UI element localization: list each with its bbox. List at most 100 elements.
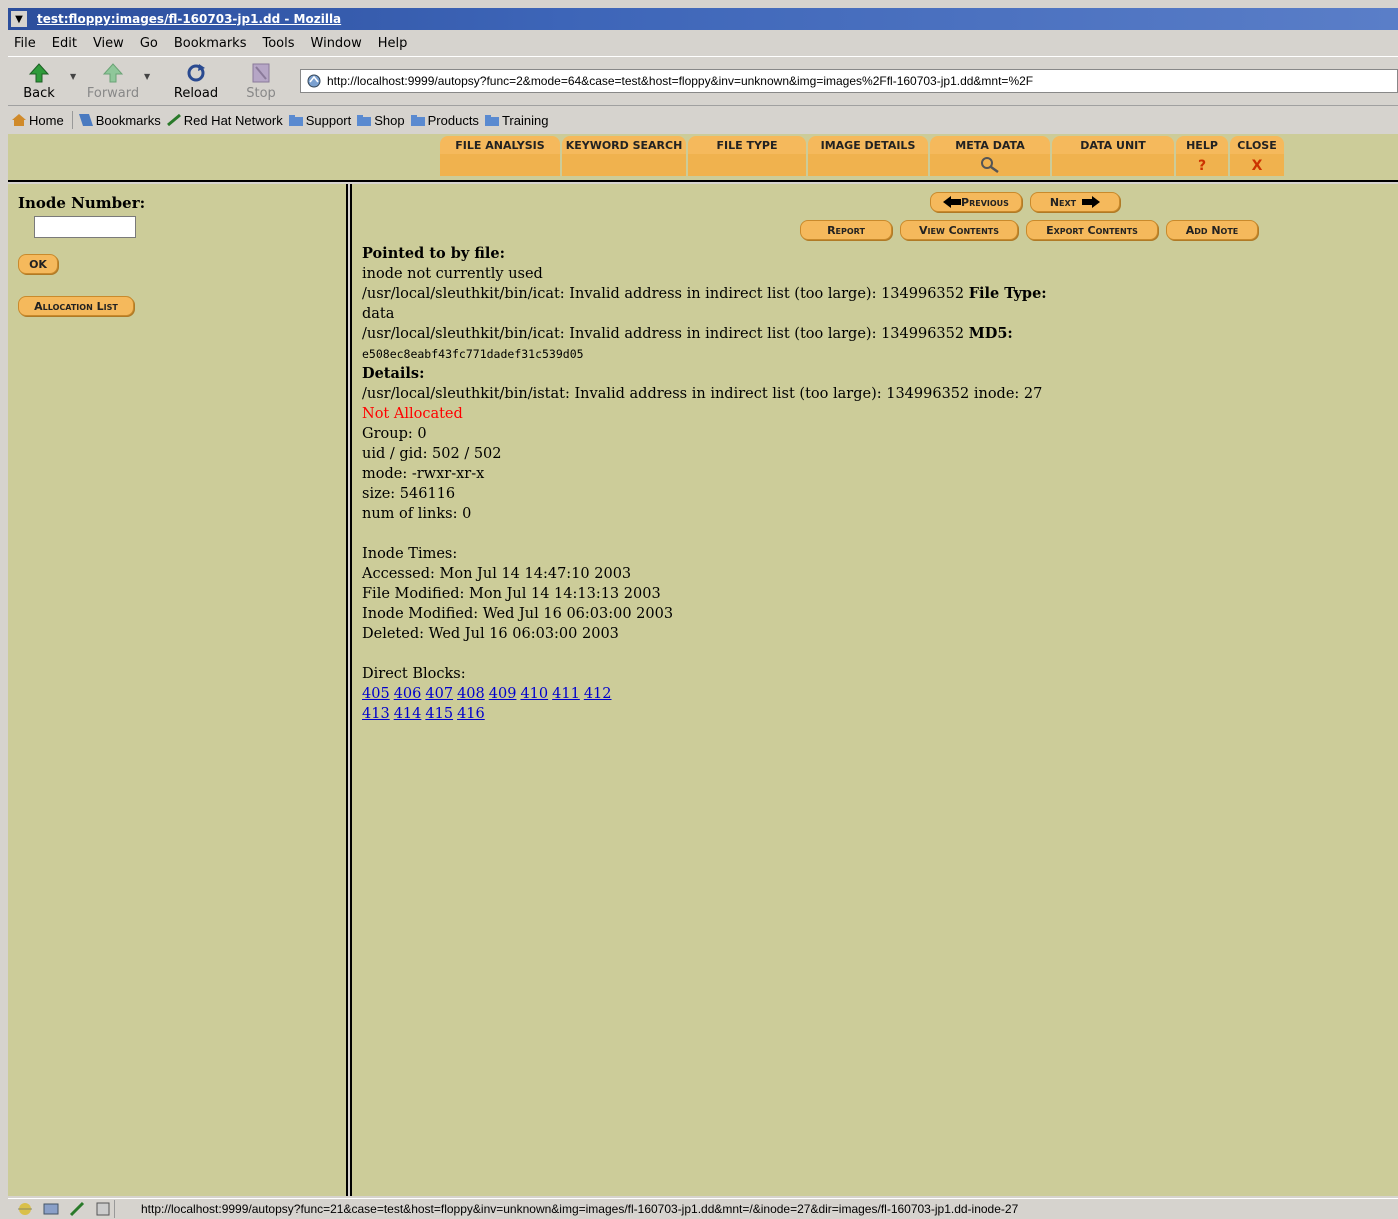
menu-tools[interactable]: Tools <box>262 36 294 51</box>
report-label: Report <box>827 223 865 237</box>
training-folder[interactable]: Training <box>484 113 548 128</box>
tab-bar <box>562 154 686 176</box>
home-button[interactable]: Home <box>12 113 64 128</box>
block-link[interactable]: 409 <box>489 686 517 702</box>
forward-arrow-icon <box>102 63 124 83</box>
allocation-list-button[interactable]: Allocation List <box>18 296 134 316</box>
help-question-icon: ? <box>1197 158 1207 174</box>
toolbar-separator <box>71 111 73 129</box>
navigator-icon[interactable] <box>16 1201 34 1217</box>
left-frame: Inode Number: OK Allocation List <box>8 184 348 1196</box>
direct-blocks-row-1: 405 406 407 408 409 410 411 412 <box>362 684 1382 704</box>
export-contents-label: Export Contents <box>1046 223 1138 237</box>
forward-button[interactable]: Forward <box>82 58 144 104</box>
block-link[interactable]: 410 <box>520 686 548 702</box>
add-note-label: Add Note <box>1185 223 1239 237</box>
inode-details: Pointed to by file: inode not currently … <box>362 244 1382 724</box>
block-link[interactable]: 411 <box>552 686 580 702</box>
composer-icon[interactable] <box>68 1201 86 1217</box>
url-text[interactable]: http://localhost:9999/autopsy?func=2&mod… <box>327 74 1033 88</box>
tab-keyword-search[interactable]: Keyword Search <box>562 136 686 176</box>
accessed-time: Accessed: Mon Jul 14 14:47:10 2003 <box>362 566 632 582</box>
folder-icon <box>484 115 499 126</box>
add-note-button[interactable]: Add Note <box>1166 220 1258 240</box>
support-label: Support <box>305 112 352 128</box>
back-arrow-icon <box>28 63 50 83</box>
tab-file-type[interactable]: File Type <box>688 136 806 176</box>
block-link[interactable]: 406 <box>394 686 422 702</box>
tab-bar <box>1052 154 1174 176</box>
back-label: Back <box>23 86 55 101</box>
pen-icon <box>166 114 181 126</box>
block-link[interactable]: 415 <box>425 706 453 722</box>
icat-error-1: /usr/local/sleuthkit/bin/icat: Invalid a… <box>362 286 965 302</box>
bookmarks-button[interactable]: Bookmarks <box>78 113 161 128</box>
menu-file[interactable]: File <box>14 36 36 51</box>
main-frame: Previous Next Report View Contents Expor… <box>350 184 1398 1196</box>
direct-blocks-label: Direct Blocks: <box>362 666 466 682</box>
block-link[interactable]: 413 <box>362 706 390 722</box>
forward-dropdown-icon[interactable]: ▼ <box>144 72 156 81</box>
back-button[interactable]: Back <box>8 58 70 104</box>
status-bar: http://localhost:9999/autopsy?func=21&ca… <box>8 1198 1398 1219</box>
menu-view[interactable]: View <box>93 36 124 51</box>
stop-icon <box>252 63 270 83</box>
tab-image-details[interactable]: Image Details <box>808 136 928 176</box>
tab-file-type-label: File Type <box>716 139 778 152</box>
block-link[interactable]: 412 <box>584 686 612 702</box>
size-value: size: 546116 <box>362 486 456 502</box>
next-button[interactable]: Next <box>1030 192 1120 212</box>
stop-button[interactable]: Stop <box>236 58 286 104</box>
stop-label: Stop <box>246 86 276 101</box>
home-label: Home <box>29 112 64 128</box>
products-folder[interactable]: Products <box>410 112 479 128</box>
left-arrow-icon <box>943 196 962 208</box>
istat-error: /usr/local/sleuthkit/bin/istat: Invalid … <box>362 386 1043 402</box>
tab-data-unit[interactable]: Data Unit <box>1052 136 1174 176</box>
allocation-status: Not Allocated <box>362 406 463 422</box>
previous-button[interactable]: Previous <box>930 192 1022 212</box>
view-contents-button[interactable]: View Contents <box>900 220 1018 240</box>
redhat-network-link[interactable]: Red Hat Network <box>166 113 283 128</box>
block-link[interactable]: 407 <box>425 686 453 702</box>
inode-number-label: Inode Number: <box>18 194 146 212</box>
products-label: Products <box>427 112 479 128</box>
tab-close[interactable]: Close X <box>1230 136 1284 176</box>
reload-icon <box>187 64 205 82</box>
next-label: Next <box>1049 195 1077 209</box>
tab-help[interactable]: Help ? <box>1176 136 1228 176</box>
menu-edit[interactable]: Edit <box>52 36 77 51</box>
shop-folder[interactable]: Shop <box>357 112 405 128</box>
block-link[interactable]: 414 <box>394 706 422 722</box>
md5-value: e508ec8eabf43fc771dadef31c539d05 <box>362 347 584 361</box>
back-dropdown-icon[interactable]: ▼ <box>70 72 82 81</box>
tab-file-analysis[interactable]: File Analysis <box>440 136 560 176</box>
shop-label: Shop <box>374 112 405 128</box>
menu-window[interactable]: Window <box>311 36 362 51</box>
group-value: Group: 0 <box>362 426 427 442</box>
pointed-label: Pointed to by file: <box>362 245 506 262</box>
window-menu-icon[interactable]: ▼ <box>11 11 27 27</box>
url-bar[interactable]: http://localhost:9999/autopsy?func=2&mod… <box>300 69 1398 93</box>
reload-label: Reload <box>173 86 219 101</box>
tab-image-details-label: Image Details <box>820 139 916 152</box>
reload-button[interactable]: Reload <box>156 58 236 104</box>
inode-times-label: Inode Times: <box>362 546 458 562</box>
ok-button[interactable]: OK <box>18 254 58 274</box>
block-link[interactable]: 416 <box>457 706 485 722</box>
export-contents-button[interactable]: Export Contents <box>1026 220 1158 240</box>
tab-meta-data[interactable]: Meta Data <box>930 136 1050 176</box>
block-link[interactable]: 408 <box>457 686 485 702</box>
tab-bar <box>440 154 560 176</box>
menu-bookmarks[interactable]: Bookmarks <box>174 36 247 51</box>
inode-number-input[interactable] <box>34 216 136 238</box>
address-book-icon[interactable] <box>94 1201 112 1217</box>
block-link[interactable]: 405 <box>362 686 390 702</box>
menu-help[interactable]: Help <box>378 36 408 51</box>
report-button[interactable]: Report <box>800 220 892 240</box>
support-folder[interactable]: Support <box>288 112 352 128</box>
navigation-toolbar: Back ▼ Forward ▼ Reload Stop http://loca… <box>8 56 1398 106</box>
file-modified-time: File Modified: Mon Jul 14 14:13:13 2003 <box>362 586 661 602</box>
menu-go[interactable]: Go <box>140 36 158 51</box>
mail-icon[interactable] <box>42 1201 60 1217</box>
